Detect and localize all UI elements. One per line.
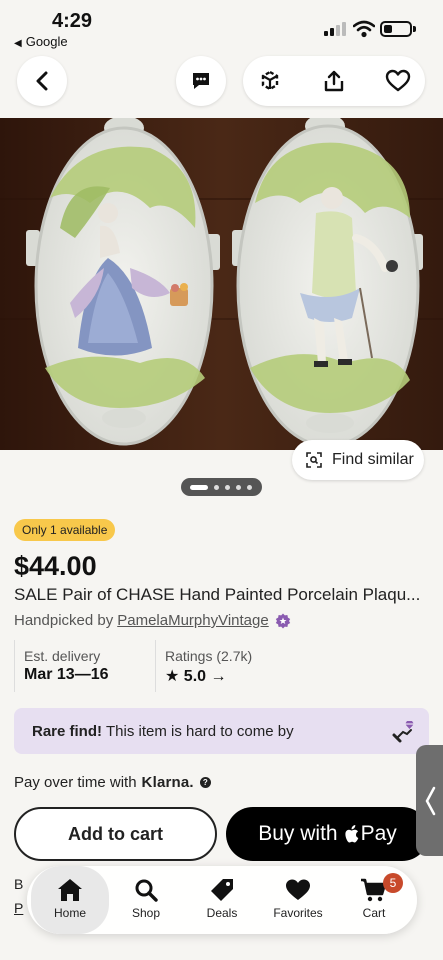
tab-cart[interactable]: Cart 5 (335, 866, 413, 934)
partial-text-line: B (14, 876, 24, 892)
find-similar-button[interactable]: Find similar (292, 440, 424, 480)
buy-with-label: Buy with (258, 822, 338, 845)
visual-search-icon (306, 452, 322, 468)
availability-badge: Only 1 available (14, 519, 116, 541)
rare-find-text: This item is hard to come by (106, 722, 294, 740)
buy-with-apple-pay-button[interactable]: Buy with Pay (226, 807, 429, 861)
carousel-dot (236, 484, 241, 490)
klarna-line[interactable]: Pay over time with Klarna. ? (14, 774, 211, 791)
tab-label: Cart (362, 906, 386, 920)
tab-label: Home (53, 906, 86, 920)
price: $44.00 (14, 551, 97, 581)
find-similar-label: Find similar (332, 451, 414, 468)
back-app-label: Google (25, 34, 68, 49)
delivery-info[interactable]: Est. delivery Mar 13—16 (14, 640, 109, 692)
tag-icon (211, 879, 233, 901)
klarna-text: Pay over time with (14, 774, 137, 791)
top-nav (0, 56, 443, 118)
message-button[interactable] (176, 56, 226, 106)
carousel-dot (214, 484, 219, 490)
carousel-indicator[interactable] (181, 478, 262, 496)
tab-label: Deals (206, 906, 238, 920)
cart-count-badge: 5 (383, 873, 403, 893)
diamond-hand-icon (392, 721, 414, 743)
ratings-value: 5.0 → (183, 668, 227, 685)
listing-title: SALE Pair of CHASE Hand Painted Porcelai… (14, 585, 421, 604)
chevron-left-icon (36, 71, 48, 91)
carousel-dot (225, 484, 230, 490)
tab-favorites[interactable]: Favorites (259, 866, 337, 934)
message-icon (193, 73, 209, 89)
ratings-info[interactable]: Ratings (2.7k) ★ 5.0 → (155, 640, 252, 692)
apple-logo-icon (344, 824, 358, 842)
back-button[interactable] (17, 56, 67, 106)
star-seller-icon (275, 613, 290, 628)
carousel-dot (247, 484, 252, 490)
back-triangle-icon: ◀ (14, 38, 22, 49)
side-panel-handle[interactable] (416, 745, 443, 856)
home-icon (58, 879, 82, 901)
ratings-value-row: ★ 5.0 → (165, 666, 252, 686)
carousel-dot-active (190, 484, 208, 490)
delivery-value: Mar 13—16 (24, 666, 109, 683)
back-to-app-link[interactable]: ◀ Google (14, 34, 68, 49)
tab-shop[interactable]: Shop (107, 866, 185, 934)
view-in-room-button[interactable] (245, 56, 295, 106)
delivery-ratings-row: Est. delivery Mar 13—16 Ratings (2.7k) ★… (14, 640, 429, 692)
share-icon (324, 70, 344, 92)
rare-find-banner: Rare find! This item is hard to come by (14, 708, 429, 754)
product-photo-image (0, 118, 443, 450)
info-icon[interactable]: ? (199, 777, 211, 788)
ratings-label: Ratings (2.7k) (165, 648, 253, 664)
add-to-cart-button[interactable]: Add to cart (14, 807, 217, 861)
bottom-tab-bar: Home Shop Deals Favorites Cart 5 (27, 866, 417, 934)
wifi-icon (353, 20, 375, 38)
status-time: 4:29 (52, 10, 93, 32)
search-icon (135, 879, 158, 902)
delivery-label: Est. delivery (24, 648, 101, 664)
tab-deals[interactable]: Deals (183, 866, 261, 934)
battery-tip (413, 26, 416, 32)
share-button[interactable] (309, 56, 359, 106)
favorite-button[interactable] (373, 56, 423, 106)
battery-icon (380, 21, 412, 37)
handpicked-line: Handpicked by PamelaMurphyVintage (14, 612, 291, 629)
pay-label: Pay (360, 822, 397, 845)
status-bar: 4:29 ◀ Google (0, 0, 443, 56)
chevron-left-icon (425, 786, 435, 815)
signal-icon (324, 22, 346, 36)
product-photo[interactable] (0, 118, 443, 450)
rare-find-bold: Rare find! (32, 722, 103, 740)
action-pill-group (243, 56, 425, 106)
handpicked-label: Handpicked by (14, 612, 114, 629)
heart-icon (385, 69, 411, 92)
tab-home[interactable]: Home (31, 866, 109, 934)
tab-label: Favorites (273, 906, 323, 920)
3d-cube-icon (261, 70, 279, 91)
star-icon: ★ (165, 668, 180, 685)
tab-label: Shop (131, 906, 161, 920)
shop-link[interactable]: PamelaMurphyVintage (117, 612, 268, 629)
klarna-brand: Klarna. (141, 774, 194, 791)
partial-link-line[interactable]: P (14, 900, 23, 916)
heart-icon (286, 879, 310, 900)
